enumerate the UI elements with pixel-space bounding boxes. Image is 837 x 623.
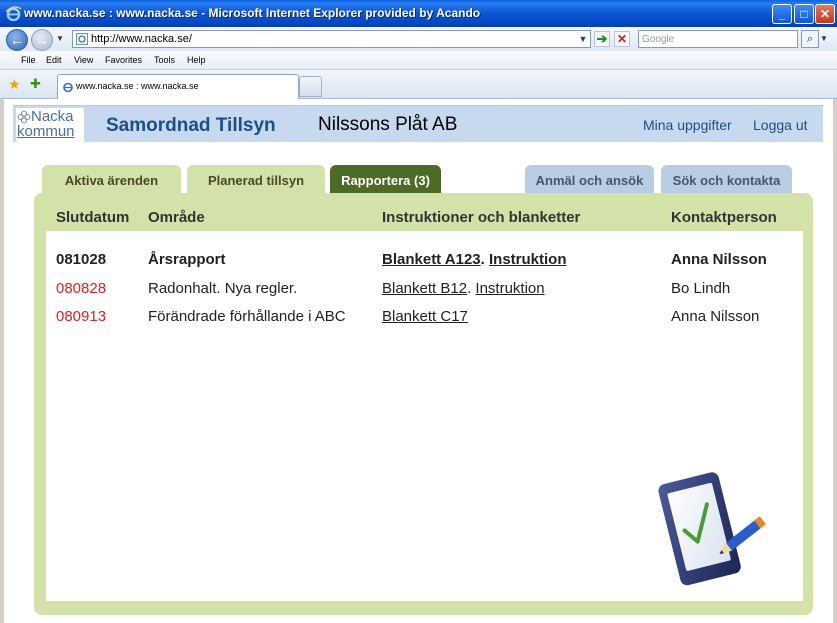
add-favorite-icon[interactable]: ✚ [30,76,41,92]
my-info-link[interactable]: Mina uppgifter [643,117,732,133]
logo-text-nacka: Nacka [31,108,74,125]
back-button[interactable]: ← [6,29,28,51]
new-tab-button[interactable] [299,76,322,97]
search-input[interactable]: Google [638,30,798,48]
column-header-docs: Instruktioner och blanketter [382,209,581,226]
menu-favorites[interactable]: Favorites [105,55,142,65]
stop-button[interactable]: ✕ [614,31,630,47]
logout-link[interactable]: Logga ut [753,117,808,133]
url-text: http://www.nacka.se/ [91,33,192,45]
go-button[interactable]: ➔ [594,31,610,47]
site-header: Nacka kommun Samordnad Tillsyn Nilssons … [13,105,823,142]
tablet-checkmark-pen-icon [658,472,766,586]
window-frame-left [0,99,4,623]
tab-report[interactable]: Rapportera (3) [330,165,441,194]
address-bar: ← → ▼ http://www.nacka.se/ ▼ ➔ ✕ Google … [0,27,837,51]
window-title: www.nacka.se : www.nacka.se - Microsoft … [24,6,481,20]
tab-ie-icon [63,82,73,93]
site-title: Samordnad Tillsyn [106,115,276,136]
nacka-flower-icon [17,110,31,124]
tab-search-contact[interactable]: Sök och kontakta [661,165,792,194]
row-docs: Blankett B12. Instruktion [382,280,545,297]
link-separator: . [480,251,485,268]
row-area: Förändrade förhållande i ABC [148,308,346,325]
url-dropdown-icon[interactable]: ▼ [575,31,591,47]
menu-file[interactable]: File [21,55,36,65]
forward-arrow-icon: → [35,32,49,48]
menu-view[interactable]: View [74,55,93,65]
forward-button[interactable]: → [31,29,53,51]
row-contact: Bo Lindh [671,280,731,297]
tab-active-cases[interactable]: Aktiva ärenden [42,165,181,194]
row-date: 080828 [56,280,107,297]
row-docs: Blankett C17 [382,308,468,325]
menu-bar: File Edit View Favorites Tools Help [0,51,837,70]
tab-apply[interactable]: Anmäl och ansök [525,165,654,194]
row-contact: Anna Nilsson [671,251,767,268]
row-date: 080913 [56,308,107,325]
row-docs: Blankett A123. Instruktion [382,251,567,268]
row-date: 081028 [56,251,107,268]
instruction-link[interactable]: Instruktion [489,251,567,268]
menu-edit[interactable]: Edit [46,55,62,65]
browser-tab-label: www.nacka.se : www.nacka.se [76,81,199,91]
search-dropdown-icon[interactable]: ▼ [820,31,828,47]
instruction-link[interactable]: Instruktion [475,280,544,297]
back-arrow-icon: ← [10,32,24,48]
row-area: Årsrapport [148,251,226,268]
history-dropdown-icon[interactable]: ▼ [56,34,64,43]
search-icon[interactable]: ⌕ [801,30,819,48]
close-window-button[interactable]: ✕ [815,4,835,24]
page-ie-icon [76,33,88,45]
favorites-star-icon[interactable]: ★ [8,76,21,93]
menu-help[interactable]: Help [187,55,206,65]
url-input[interactable]: http://www.nacka.se/ [72,30,591,48]
menu-tools[interactable]: Tools [154,55,175,65]
logo-text-kommun: kommun [17,123,75,140]
column-header-date: Slutdatum [56,209,130,226]
tab-planned-inspection[interactable]: Planerad tillsyn [187,165,325,194]
window-titlebar: www.nacka.se : www.nacka.se - Microsoft … [0,0,837,27]
nacka-logo[interactable]: Nacka kommun [16,108,84,142]
company-name: Nilssons Plåt AB [318,114,458,135]
row-area: Radonhalt. Nya regler. [148,280,298,297]
browser-tab-row: ★ ✚ www.nacka.se : www.nacka.se [0,70,837,99]
column-header-contact: Kontaktperson [671,209,777,226]
window-frame-right [833,99,837,623]
row-contact: Anna Nilsson [671,308,760,325]
ie-logo-icon [6,6,21,21]
minimize-button[interactable]: _ [772,4,792,24]
link-separator: . [467,280,472,297]
form-link[interactable]: Blankett A123 [382,251,481,268]
browser-tab-active[interactable]: www.nacka.se : www.nacka.se [57,74,299,99]
form-link[interactable]: Blankett C17 [382,308,468,325]
maximize-button[interactable]: □ [794,4,814,24]
form-link[interactable]: Blankett B12 [382,280,467,297]
column-header-area: Område [148,209,205,226]
